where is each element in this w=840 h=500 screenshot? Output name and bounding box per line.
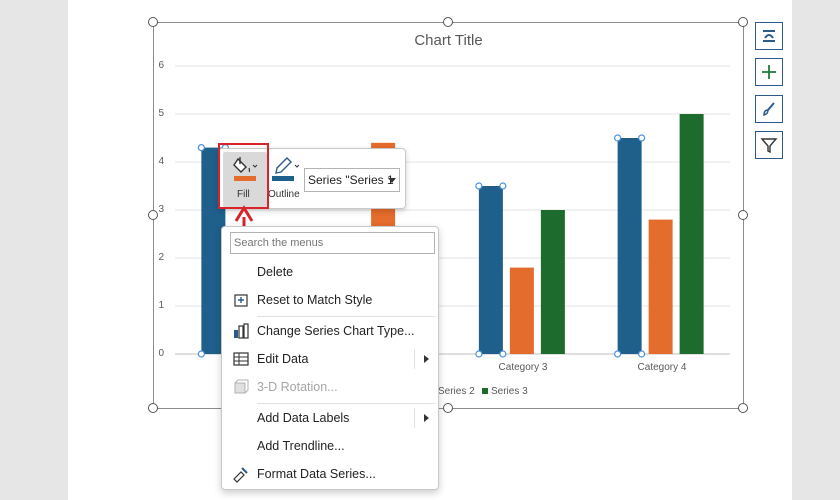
format-series-icon xyxy=(233,467,248,483)
y-tick-label: 4 xyxy=(158,156,164,167)
legend-entry-series-3[interactable]: Series 3 xyxy=(491,386,528,397)
menu-item-label: Change Series Chart Type... xyxy=(257,324,415,338)
y-tick-label: 3 xyxy=(158,204,164,215)
y-tick-label: 0 xyxy=(158,348,164,359)
legend-entry-series-2[interactable]: Series 2 xyxy=(438,386,475,397)
menu-item-label: Edit Data xyxy=(257,352,309,366)
category-label: Category 4 xyxy=(637,362,687,373)
menu-item-label: Add Data Labels xyxy=(257,411,350,425)
submenu-divider xyxy=(414,408,415,428)
outline-button[interactable]: Outline xyxy=(268,152,304,207)
menu-item-reset-style[interactable]: Reset to Match Style xyxy=(222,286,438,314)
chart-elements-icon xyxy=(762,65,776,79)
chart-elements-button[interactable] xyxy=(755,58,783,86)
menu-item-delete[interactable]: Delete xyxy=(222,258,438,286)
menu-item-label: Reset to Match Style xyxy=(257,293,373,307)
context-menu: Search the menus Delete Reset to Match S… xyxy=(221,226,439,490)
fill-highlight-box xyxy=(218,143,269,209)
menu-item-3d-rotation[interactable]: 3-D Rotation... xyxy=(222,373,438,401)
y-tick-label: 2 xyxy=(158,252,164,263)
menu-item-label: Add Trendline... xyxy=(257,439,345,453)
chevron-right-icon xyxy=(424,414,429,422)
selection-handle xyxy=(638,350,646,358)
outline-label: Outline xyxy=(268,189,300,200)
pen-outline-icon xyxy=(275,157,300,174)
menu-item-edit-data[interactable]: Edit Data xyxy=(222,345,438,373)
y-tick-label: 5 xyxy=(158,108,164,119)
chart-filter-icon xyxy=(760,138,778,154)
selection-handle xyxy=(197,350,205,358)
y-tick-label: 6 xyxy=(158,60,164,71)
category-label: Category 3 xyxy=(498,362,548,373)
series-select-value: Series "Series 1 xyxy=(308,173,394,187)
menu-item-add-trendline[interactable]: Add Trendline... xyxy=(222,432,438,460)
selection-handle xyxy=(499,350,507,358)
search-menus-input[interactable]: Search the menus xyxy=(230,232,435,254)
chart-styles-button[interactable] xyxy=(755,22,783,50)
chart-style-brush-button[interactable] xyxy=(755,95,783,123)
selection-handle xyxy=(638,134,646,142)
menu-item-change-chart-type[interactable]: Change Series Chart Type... xyxy=(222,317,438,345)
selection-handle xyxy=(475,350,483,358)
series-select[interactable]: Series "Series 1 xyxy=(304,168,400,192)
edit-data-icon xyxy=(233,352,249,366)
y-tick-label: 1 xyxy=(158,300,164,311)
outline-color-swatch xyxy=(272,176,294,181)
chart-styles-icon xyxy=(763,30,775,42)
chart-type-icon xyxy=(234,323,249,339)
menu-item-add-data-labels[interactable]: Add Data Labels xyxy=(222,404,438,432)
chart-filter-button[interactable] xyxy=(755,131,783,159)
bar-series-1[interactable] xyxy=(478,186,503,354)
selection-handle xyxy=(475,182,483,190)
chart-style-brush-icon xyxy=(763,102,775,116)
submenu-divider xyxy=(414,349,415,369)
selection-handle xyxy=(614,350,622,358)
selection-handle xyxy=(197,144,205,152)
bar-series-3[interactable] xyxy=(679,114,704,354)
chevron-right-icon xyxy=(424,355,429,363)
selection-handle xyxy=(614,134,622,142)
legend-swatch-series-3 xyxy=(482,388,488,394)
menu-item-label: 3-D Rotation... xyxy=(257,380,338,394)
menu-item-label: Format Data Series... xyxy=(257,467,376,481)
bar-series-3[interactable] xyxy=(540,210,565,354)
menu-item-format-data-series[interactable]: Format Data Series... xyxy=(222,460,438,488)
reset-style-icon xyxy=(234,294,248,307)
3d-rotation-icon xyxy=(234,379,249,394)
menu-item-label: Delete xyxy=(257,265,294,279)
chevron-down-icon xyxy=(388,178,396,183)
bar-series-1[interactable] xyxy=(617,138,642,354)
selection-handle xyxy=(499,182,507,190)
bar-series-2[interactable] xyxy=(648,219,673,354)
bar-series-2[interactable] xyxy=(509,267,534,354)
